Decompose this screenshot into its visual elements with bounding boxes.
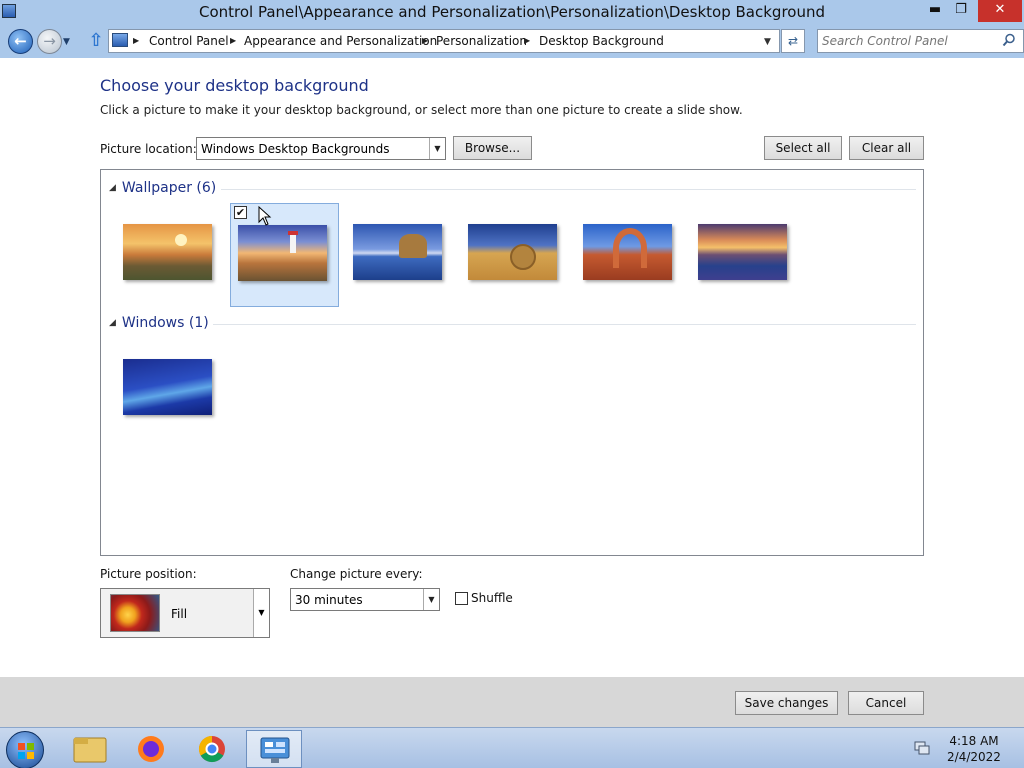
taskbar-control-panel[interactable] (246, 730, 302, 768)
thumbnail-image (123, 224, 212, 280)
wallpaper-thumbnail-lighthouse[interactable]: ✔ (230, 203, 339, 307)
back-button[interactable]: ← (8, 29, 33, 54)
clear-all-button[interactable]: Clear all (849, 136, 924, 160)
taskbar-chrome[interactable] (184, 730, 240, 768)
picture-position-value: Fill (171, 607, 188, 621)
breadcrumb-separator[interactable]: ▶ (524, 36, 530, 45)
address-dropdown[interactable]: ▼ (764, 37, 771, 47)
search-icon[interactable] (1002, 33, 1016, 47)
save-changes-button[interactable]: Save changes (735, 691, 838, 715)
change-picture-value: 30 minutes (295, 593, 363, 607)
navigation-bar: ← → ▼ ⇧ ▶ Control Panel ▶ Appearance and… (0, 25, 1024, 58)
thumbnail-image (123, 359, 212, 415)
group-title: Wallpaper (6) (121, 180, 217, 196)
action-bar: Save changes Cancel (0, 677, 1024, 727)
breadcrumb-personalization[interactable]: Personalization (436, 34, 527, 48)
chevron-down-icon[interactable]: ▼ (429, 138, 445, 159)
start-button[interactable] (6, 731, 44, 768)
instructions-text: Click a picture to make it your desktop … (100, 103, 743, 117)
shuffle-label[interactable]: Shuffle (471, 591, 513, 605)
picture-location-value: Windows Desktop Backgrounds (201, 142, 390, 156)
taskbar-file-explorer[interactable] (62, 730, 118, 768)
control-panel-icon (260, 737, 290, 763)
rock-shape (399, 234, 427, 258)
arch-shape (613, 228, 647, 268)
breadcrumb-separator[interactable]: ▶ (230, 36, 236, 45)
title-bar: Control Panel\Appearance and Personaliza… (0, 0, 1024, 25)
close-button[interactable]: ✕ (978, 0, 1022, 22)
picture-position-dropdown[interactable]: Fill ▼ (100, 588, 270, 638)
breadcrumb-separator[interactable]: ▶ (133, 36, 139, 45)
thumbnail-image (583, 224, 672, 280)
chevron-down-icon[interactable]: ▼ (423, 589, 439, 610)
minimize-button[interactable]: ▬ (924, 0, 946, 22)
chevron-down-icon[interactable]: ▼ (253, 589, 269, 637)
change-picture-dropdown[interactable]: 30 minutes ▼ (290, 588, 440, 611)
picture-position-label: Picture position: (100, 567, 197, 581)
chrome-icon (198, 735, 225, 763)
search-input[interactable] (822, 33, 992, 49)
picture-location-dropdown[interactable]: Windows Desktop Backgrounds ▼ (196, 137, 446, 160)
windows-logo-icon (18, 743, 34, 759)
network-icon[interactable] (914, 740, 930, 756)
change-picture-label: Change picture every: (290, 567, 423, 581)
taskbar-firefox[interactable] (123, 730, 179, 768)
breadcrumb-desktop-background[interactable]: Desktop Background (539, 34, 664, 48)
group-divider (221, 189, 916, 190)
group-divider (213, 324, 916, 325)
picture-location-label: Picture location: (100, 142, 197, 156)
group-header-wallpaper[interactable]: ◢ Wallpaper (6) (109, 180, 216, 196)
thumbnail-image (353, 224, 442, 280)
group-header-windows[interactable]: ◢ Windows (1) (109, 315, 209, 331)
restore-button[interactable]: ❐ (950, 0, 972, 22)
forward-button[interactable]: → (37, 29, 62, 54)
select-all-button[interactable]: Select all (764, 136, 842, 160)
thumbnail-image (238, 225, 327, 281)
refresh-button[interactable]: ⇄ (781, 29, 805, 53)
up-arrow-icon[interactable]: ⇧ (87, 32, 105, 52)
mouse-cursor-icon (258, 206, 272, 226)
group-title: Windows (1) (121, 315, 209, 331)
collapse-triangle-icon[interactable]: ◢ (109, 183, 116, 193)
address-bar[interactable]: ▶ Control Panel ▶ Appearance and Persona… (108, 29, 780, 53)
breadcrumb-separator[interactable]: ▶ (422, 36, 428, 45)
thumbnail-image (698, 224, 787, 280)
window-title: Control Panel\Appearance and Personaliza… (198, 3, 825, 21)
checkbox-checked[interactable]: ✔ (234, 206, 247, 219)
clock-date: 2/4/2022 (947, 750, 1001, 764)
flower-preview-icon (110, 594, 160, 632)
lighthouse-top-shape (288, 231, 298, 235)
lighthouse-shape (290, 233, 296, 253)
recent-pages-dropdown[interactable]: ▼ (63, 37, 70, 47)
page-title: Choose your desktop background (100, 76, 369, 95)
control-panel-icon (112, 33, 128, 47)
taskbar: 4:18 AM 2/4/2022 (0, 727, 1024, 768)
sun-shape (175, 234, 187, 246)
thumbnail-image (468, 224, 557, 280)
system-clock[interactable]: 4:18 AM 2/4/2022 (944, 733, 1004, 765)
folder-icon (73, 737, 107, 763)
search-box[interactable] (817, 29, 1024, 53)
shuffle-checkbox[interactable] (455, 592, 468, 605)
wallpaper-thumbnail-hay-bale[interactable] (446, 203, 557, 307)
wallpaper-thumbnail-sunset-fields[interactable] (101, 203, 212, 307)
picture-gallery[interactable]: ◢ Wallpaper (6) ✔ ◢ Windows (1) (100, 169, 924, 556)
firefox-icon (138, 736, 164, 762)
wallpaper-thumbnail-sea-rock[interactable] (331, 203, 442, 307)
wallpaper-thumbnail-mountain-lake-flowers[interactable] (676, 203, 787, 307)
hay-bale-shape (510, 244, 536, 270)
browse-button[interactable]: Browse... (453, 136, 532, 160)
wallpaper-thumbnail-windows-default[interactable] (101, 338, 212, 442)
collapse-triangle-icon[interactable]: ◢ (109, 318, 116, 328)
breadcrumb-appearance[interactable]: Appearance and Personalization (244, 34, 437, 48)
cancel-button[interactable]: Cancel (848, 691, 924, 715)
breadcrumb-control-panel[interactable]: Control Panel (149, 34, 229, 48)
clock-time: 4:18 AM (949, 734, 999, 748)
wallpaper-thumbnail-delicate-arch[interactable] (561, 203, 672, 307)
